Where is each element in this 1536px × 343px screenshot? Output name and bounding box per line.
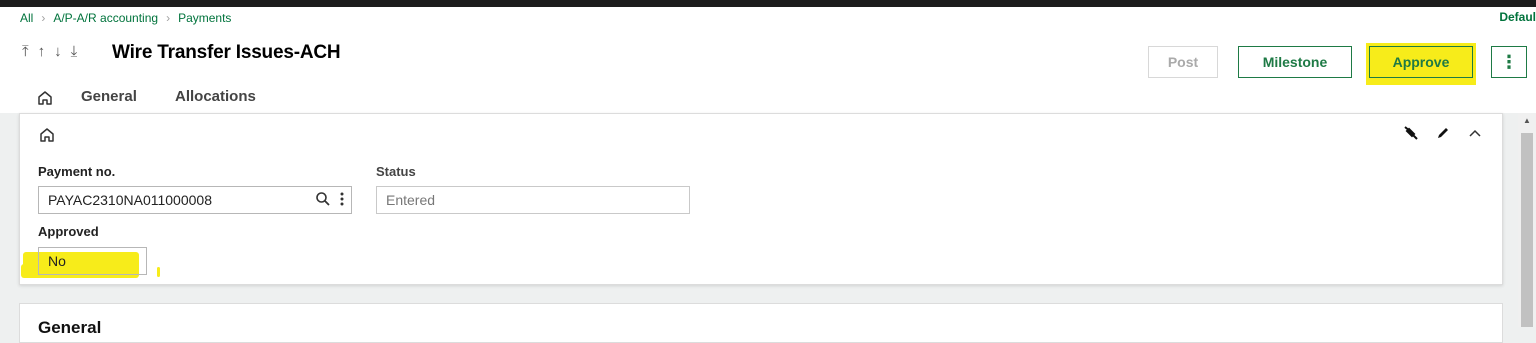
pin-icon[interactable] [1402,124,1420,142]
payment-no-field[interactable]: PAYAC2310NA011000008 [38,186,352,214]
record-navigation: ⤒ ↑ ↓ ⤓ [22,44,77,60]
vertical-scrollbar[interactable]: ▲ [1518,113,1536,327]
search-icon[interactable] [315,191,331,207]
status-label: Status [376,164,416,179]
page-title: Wire Transfer Issues-ACH [112,42,341,63]
last-record-icon[interactable]: ⤓ [71,44,78,60]
home-icon [40,128,54,142]
previous-record-icon[interactable]: ↑ [38,44,46,60]
more-actions-button[interactable]: ⋮ [1491,46,1527,78]
payment-no-field-actions [315,191,345,207]
payment-no-value: PAYAC2310NA011000008 [48,192,212,208]
breadcrumb: All › A/P-A/R accounting › Payments [20,10,231,26]
chevron-right-icon: › [41,11,46,25]
home-icon [38,91,52,105]
tab-allocations[interactable]: Allocations [175,88,256,105]
section-toolbar [1402,124,1484,142]
page-header: All › A/P-A/R accounting › Payments Defa… [0,7,1536,120]
default-view-label[interactable]: Defaul [1499,10,1536,24]
home-section-card: Payment no. PAYAC2310NA011000008 Status … [19,113,1503,285]
approved-field[interactable]: No [38,247,147,275]
approve-button[interactable]: Approve [1369,46,1473,78]
first-record-icon[interactable]: ⤒ [22,44,29,60]
status-field: Entered [376,186,690,214]
breadcrumb-payments[interactable]: Payments [178,11,231,25]
approved-value: No [48,253,66,269]
status-value: Entered [386,192,436,208]
milestone-button[interactable]: Milestone [1238,46,1352,78]
post-button[interactable]: Post [1148,46,1218,78]
tab-general[interactable]: General [81,88,137,105]
breadcrumb-all[interactable]: All [20,11,33,25]
approved-label: Approved [38,224,99,239]
next-record-icon[interactable]: ↓ [54,44,62,60]
scroll-up-icon[interactable]: ▲ [1523,117,1531,125]
chevron-right-icon: › [166,11,171,25]
tab-home[interactable] [36,89,54,120]
payment-no-label: Payment no. [38,164,116,179]
scrollbar-thumb[interactable] [1521,133,1533,327]
more-vertical-icon[interactable] [339,191,345,207]
approved-highlight-tick [157,267,160,277]
tab-bar: General Allocations [36,87,256,120]
breadcrumb-ap-ar-accounting[interactable]: A/P-A/R accounting [53,11,158,25]
collapse-icon[interactable] [1466,124,1484,142]
general-section-title: General [38,318,102,337]
general-section-card: General [19,303,1503,343]
edit-icon[interactable] [1434,124,1452,142]
window-top-bar [0,0,1536,7]
